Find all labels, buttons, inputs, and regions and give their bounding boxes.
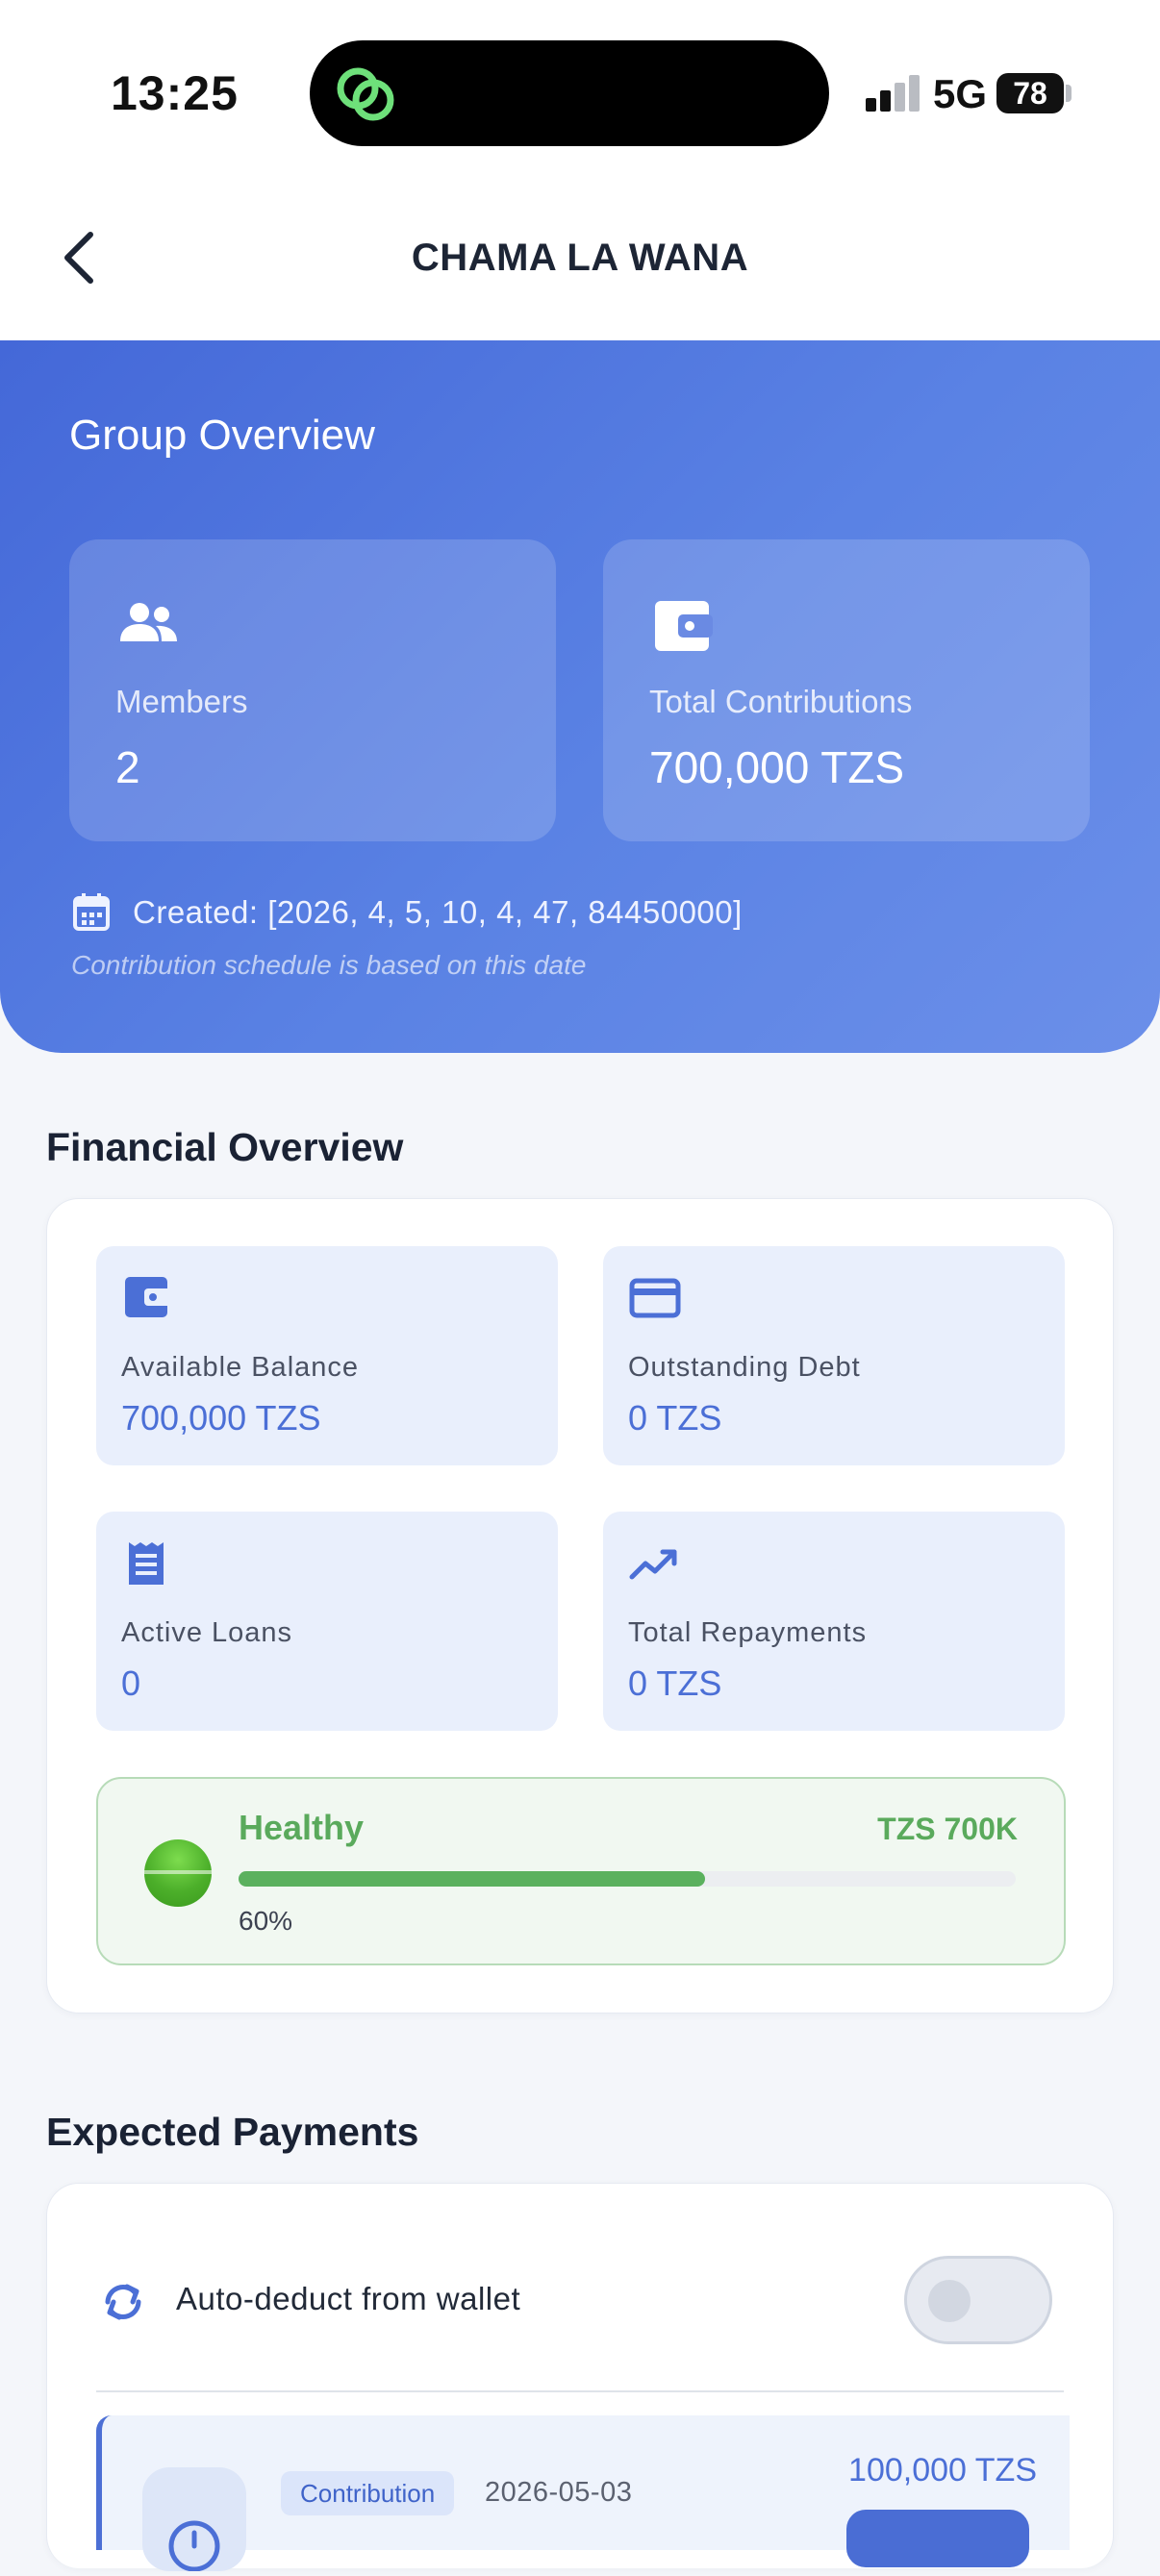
wallet-icon (655, 601, 713, 651)
outstanding-debt-label: Outstanding Debt (628, 1352, 861, 1383)
page-title: CHAMA LA WANA (411, 237, 749, 279)
wallet-icon (125, 1277, 171, 1317)
network-label: 5G (933, 71, 988, 116)
people-icon (120, 603, 177, 641)
active-loans-tile: Active Loans 0 (96, 1512, 558, 1731)
auto-deduct-toggle[interactable] (904, 2256, 1052, 2344)
health-status-card: Healthy TZS 700K 60% (96, 1777, 1066, 1965)
pay-button[interactable] (846, 2510, 1029, 2567)
total-contributions-card: Total Contributions 700,000 TZS (603, 539, 1090, 841)
clock-icon (142, 2467, 246, 2572)
link-rings-icon (337, 67, 394, 121)
active-loans-value: 0 (121, 1663, 141, 1703)
available-balance-label: Available Balance (121, 1352, 360, 1383)
calendar-icon (73, 893, 110, 931)
divider (96, 2390, 1064, 2392)
signal-icon (866, 73, 921, 112)
total-contributions-label: Total Contributions (649, 684, 913, 719)
battery-tip (1066, 85, 1072, 102)
total-repayments-tile: Total Repayments 0 TZS (603, 1512, 1065, 1731)
battery-icon: 78 (996, 73, 1064, 113)
available-balance-value: 700,000 TZS (121, 1398, 321, 1438)
group-overview-title: Group Overview (69, 412, 375, 459)
created-date: Created: [2026, 4, 5, 10, 4, 47, 8445000… (133, 894, 743, 930)
health-status-label: Healthy (239, 1808, 365, 1847)
toggle-knob (928, 2280, 971, 2322)
auto-deduct-label: Auto-deduct from wallet (176, 2281, 521, 2316)
members-card: Members 2 (69, 539, 556, 841)
financial-overview-title: Financial Overview (46, 1125, 404, 1169)
trending-up-icon (629, 1549, 677, 1580)
total-repayments-label: Total Repayments (628, 1617, 868, 1648)
payment-date: 2026-05-03 (485, 2477, 633, 2508)
expected-payment-item[interactable]: Contribution 2026-05-03 100,000 TZS (96, 2415, 1070, 2572)
credit-card-icon (629, 1278, 681, 1318)
dynamic-island (310, 40, 829, 146)
payment-amount: 100,000 TZS (848, 2452, 1037, 2488)
health-progress-fill (239, 1871, 705, 1887)
total-contributions-value: 700,000 TZS (649, 742, 905, 792)
expected-payments-title: Expected Payments (46, 2110, 419, 2154)
payment-type-badge: Contribution (281, 2471, 455, 2515)
health-amount: TZS 700K (877, 1812, 1018, 1846)
receipt-icon (129, 1542, 164, 1585)
outstanding-debt-tile: Outstanding Debt 0 TZS (603, 1246, 1065, 1465)
status-time: 13:25 (111, 66, 239, 120)
members-value: 2 (115, 742, 140, 792)
health-percent: 60% (239, 1906, 293, 1936)
health-indicator-dot (144, 1839, 212, 1907)
health-progress-bar (239, 1871, 1016, 1887)
total-repayments-value: 0 TZS (628, 1663, 722, 1703)
active-loans-label: Active Loans (121, 1617, 293, 1648)
available-balance-tile: Available Balance 700,000 TZS (96, 1246, 558, 1465)
members-label: Members (115, 684, 248, 719)
outstanding-debt-value: 0 TZS (628, 1398, 722, 1438)
refresh-icon (105, 2284, 141, 2320)
created-note: Contribution schedule is based on this d… (71, 950, 587, 980)
